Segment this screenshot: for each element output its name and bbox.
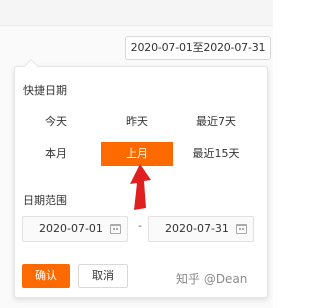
- start-date-input[interactable]: 2020-07-01: [22, 216, 128, 242]
- date-range-input[interactable]: 2020-07-01至2020-07-31: [125, 36, 271, 60]
- date-separator: -: [138, 219, 142, 232]
- cancel-button[interactable]: 取消: [78, 264, 128, 288]
- confirm-button[interactable]: 确认: [22, 264, 70, 288]
- calendar-icon[interactable]: [110, 224, 121, 234]
- quick-last-7-days[interactable]: 最近7天: [180, 110, 252, 134]
- end-date-value: 2020-07-31: [165, 222, 229, 235]
- start-date-value: 2020-07-01: [39, 222, 103, 235]
- end-date-input[interactable]: 2020-07-31: [148, 216, 254, 242]
- quick-yesterday[interactable]: 昨天: [101, 110, 173, 134]
- top-strip: [0, 0, 273, 26]
- annotation-arrow: [130, 164, 151, 210]
- watermark: 知乎 @Dean: [176, 272, 248, 286]
- date-range-title: 日期范围: [23, 194, 67, 207]
- calendar-icon[interactable]: [236, 224, 247, 234]
- quick-dates-title: 快捷日期: [23, 84, 67, 97]
- quick-this-month[interactable]: 本月: [20, 142, 92, 166]
- quick-last-15-days[interactable]: 最近15天: [180, 142, 252, 166]
- quick-today[interactable]: 今天: [20, 110, 92, 134]
